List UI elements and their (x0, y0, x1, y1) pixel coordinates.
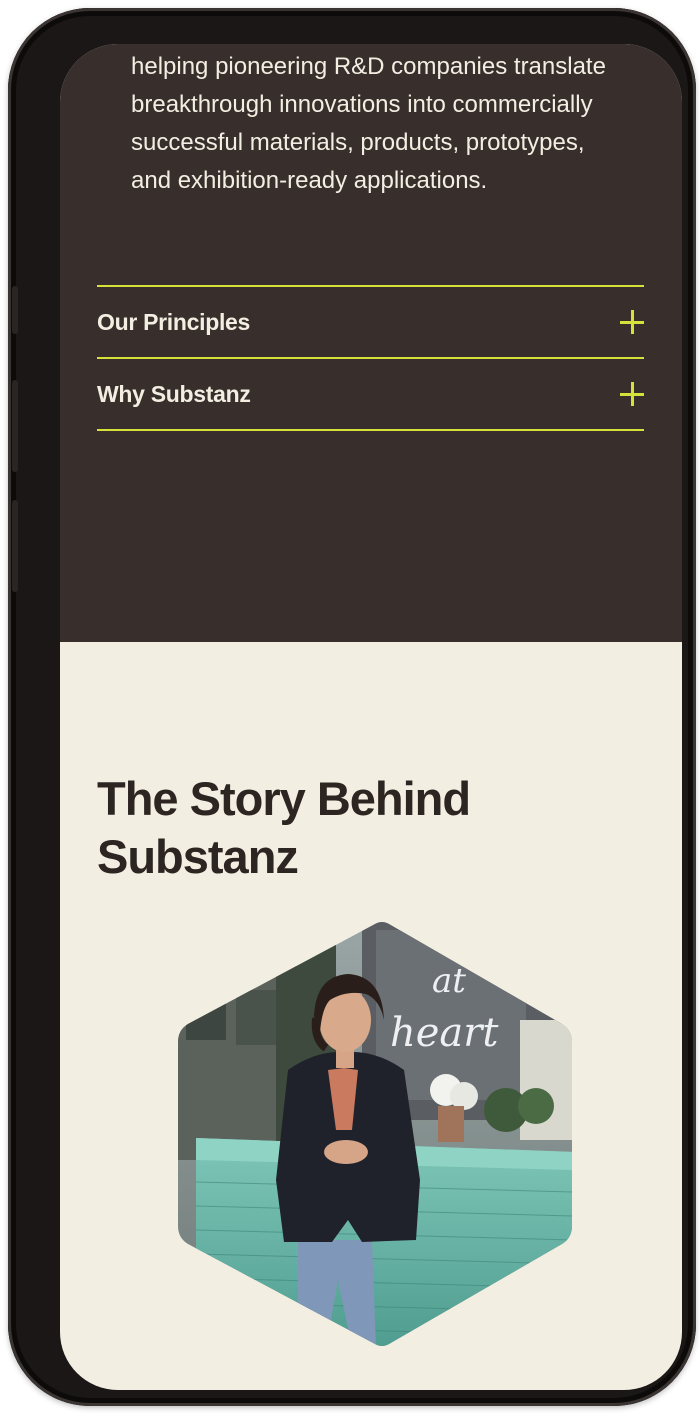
accordion-item-why-substanz[interactable]: Why Substanz (97, 357, 644, 431)
phone-side-button (12, 286, 18, 334)
neon-sign-text: heart (390, 1010, 499, 1056)
accordion: Our Principles Why Substanz (97, 285, 644, 431)
intro-text: helping pioneering R&D companies transla… (131, 53, 606, 194)
phone-volume-down-button (12, 500, 18, 592)
about-section: helping pioneering R&D companies transla… (60, 44, 682, 642)
phone-frame: helping pioneering R&D companies transla… (8, 8, 696, 1406)
story-heading: The Story Behind Substanz (97, 772, 471, 883)
neon-sign-text: at (432, 961, 466, 1001)
phone-volume-up-button (12, 380, 18, 472)
accordion-label: Why Substanz (97, 380, 251, 407)
plus-icon[interactable] (620, 382, 644, 406)
plus-icon[interactable] (620, 310, 644, 334)
hexagon-photo-image: at heart (178, 922, 572, 1346)
phone-screen: helping pioneering R&D companies transla… (60, 44, 682, 1390)
accordion-item-our-principles[interactable]: Our Principles (97, 285, 644, 357)
accordion-label: Our Principles (97, 308, 251, 335)
founder-photo: at heart (176, 920, 574, 1348)
